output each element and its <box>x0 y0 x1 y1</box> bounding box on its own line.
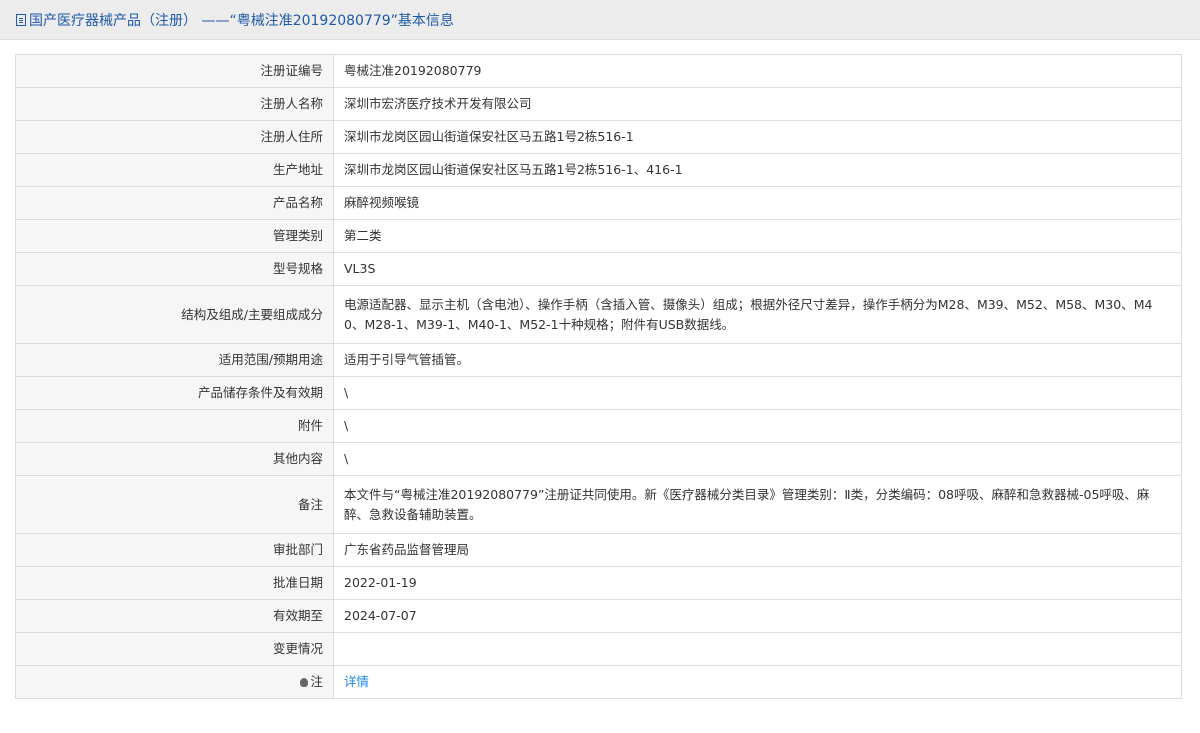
page: 国产医疗器械产品（注册） ——“粤械注准20192080779”基本信息 注册证… <box>0 0 1200 733</box>
row-value: 麻醉视频喉镜 <box>333 186 1182 220</box>
row-label: 注册证编号 <box>15 54 334 88</box>
page-title: 国产医疗器械产品（注册） ——“粤械注准20192080779”基本信息 <box>29 12 454 29</box>
document-icon <box>16 13 26 26</box>
row-label: 附件 <box>15 409 334 443</box>
table-row: 其他内容 \ <box>15 442 1182 476</box>
row-label: 适用范围/预期用途 <box>15 343 334 377</box>
row-label: 变更情况 <box>15 632 334 666</box>
row-value: \ <box>333 442 1182 476</box>
row-value: 本文件与“粤械注准20192080779”注册证共同使用。新《医疗器械分类目录》… <box>333 475 1182 534</box>
row-value: 粤械注准20192080779 <box>333 54 1182 88</box>
page-header: 国产医疗器械产品（注册） ——“粤械注准20192080779”基本信息 <box>0 0 1200 40</box>
row-label: 型号规格 <box>15 252 334 286</box>
row-label: 生产地址 <box>15 153 334 187</box>
row-value: 第二类 <box>333 219 1182 253</box>
row-label: 备注 <box>15 475 334 534</box>
table-row: 批准日期 2022-01-19 <box>15 566 1182 600</box>
row-value: 2022-01-19 <box>333 566 1182 600</box>
table-row: 注册人名称 深圳市宏济医疗技术开发有限公司 <box>15 87 1182 121</box>
row-value: 广东省药品监督管理局 <box>333 533 1182 567</box>
row-value <box>333 632 1182 666</box>
row-label: 注册人名称 <box>15 87 334 121</box>
row-label: 产品储存条件及有效期 <box>15 376 334 410</box>
table-row: 有效期至 2024-07-07 <box>15 599 1182 633</box>
table-row: 审批部门 广东省药品监督管理局 <box>15 533 1182 567</box>
note-label: 注 <box>310 674 323 689</box>
table-row: 适用范围/预期用途 适用于引导气管插管。 <box>15 343 1182 377</box>
table-row: 管理类别 第二类 <box>15 219 1182 253</box>
table-row: 产品名称 麻醉视频喉镜 <box>15 186 1182 220</box>
note-value-cell: 详情 <box>333 665 1182 699</box>
row-label: 管理类别 <box>15 219 334 253</box>
row-value: VL3S <box>333 252 1182 286</box>
row-value: 深圳市龙岗区园山街道保安社区马五路1号2栋516-1 <box>333 120 1182 154</box>
row-label: 注册人住所 <box>15 120 334 154</box>
row-label: 结构及组成/主要组成成分 <box>15 285 334 344</box>
row-label: 审批部门 <box>15 533 334 567</box>
row-label: 有效期至 <box>15 599 334 633</box>
table-row: 注册人住所 深圳市龙岗区园山街道保安社区马五路1号2栋516-1 <box>15 120 1182 154</box>
table-row: 生产地址 深圳市龙岗区园山街道保安社区马五路1号2栋516-1、416-1 <box>15 153 1182 187</box>
table-row: 附件 \ <box>15 409 1182 443</box>
row-value: \ <box>333 409 1182 443</box>
row-label: 其他内容 <box>15 442 334 476</box>
row-value: 适用于引导气管插管。 <box>333 343 1182 377</box>
table-row: 型号规格 VL3S <box>15 252 1182 286</box>
table-row: 变更情况 <box>15 632 1182 666</box>
table-row: 备注 本文件与“粤械注准20192080779”注册证共同使用。新《医疗器械分类… <box>15 475 1182 534</box>
details-link[interactable]: 详情 <box>344 674 369 689</box>
row-label: 批准日期 <box>15 566 334 600</box>
table-row: 产品储存条件及有效期 \ <box>15 376 1182 410</box>
table-row: 结构及组成/主要组成成分 电源适配器、显示主机（含电池）、操作手柄（含插入管、摄… <box>15 285 1182 344</box>
note-row: 注 详情 <box>15 665 1182 699</box>
info-table: 注册证编号 粤械注准20192080779 注册人名称 深圳市宏济医疗技术开发有… <box>15 54 1182 699</box>
content-panel: 注册证编号 粤械注准20192080779 注册人名称 深圳市宏济医疗技术开发有… <box>0 40 1200 733</box>
note-label-cell: 注 <box>15 665 334 699</box>
lightbulb-icon <box>300 678 309 687</box>
row-value: 电源适配器、显示主机（含电池）、操作手柄（含插入管、摄像头）组成；根据外径尺寸差… <box>333 285 1182 344</box>
row-value: 深圳市龙岗区园山街道保安社区马五路1号2栋516-1、416-1 <box>333 153 1182 187</box>
row-value: 2024-07-07 <box>333 599 1182 633</box>
table-row: 注册证编号 粤械注准20192080779 <box>15 54 1182 88</box>
row-label: 产品名称 <box>15 186 334 220</box>
row-value: 深圳市宏济医疗技术开发有限公司 <box>333 87 1182 121</box>
row-value: \ <box>333 376 1182 410</box>
